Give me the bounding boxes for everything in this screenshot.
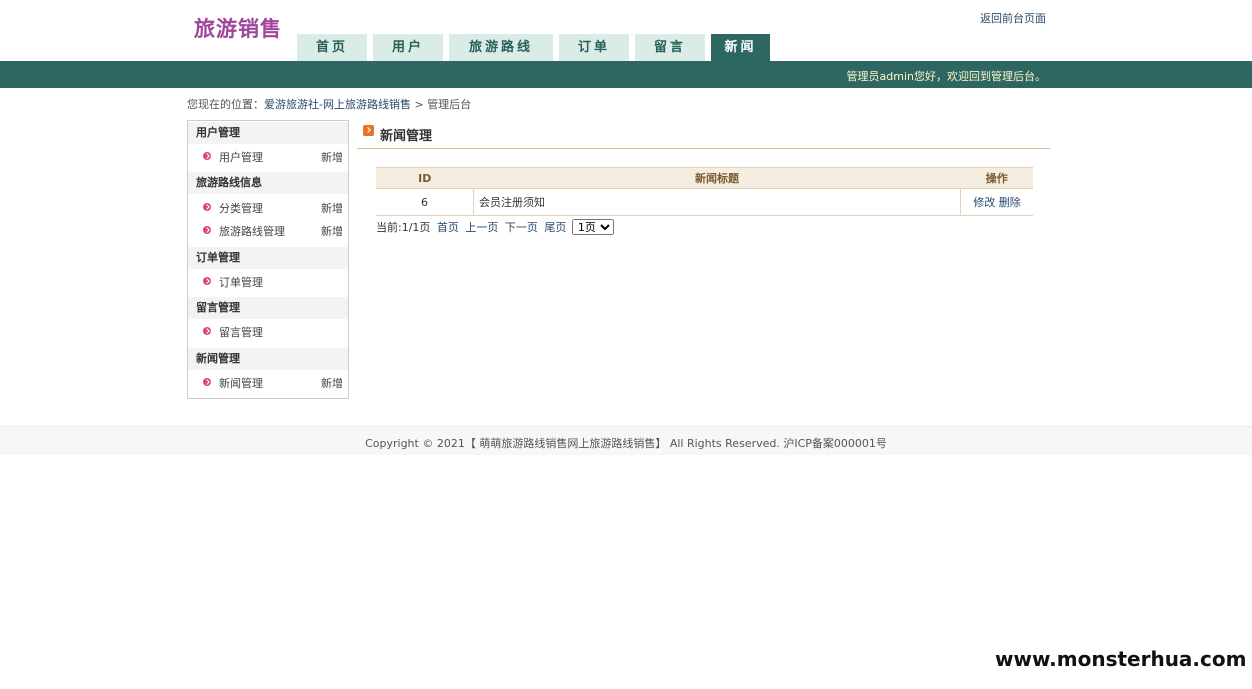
sidebar-item-label[interactable]: 新闻管理 [219,374,263,394]
news-table: ID 新闻标题 操作 6 会员注册须知 修改 删除 [376,167,1033,216]
first-page-link[interactable]: 首页 [437,221,459,234]
sidebar-item-label[interactable]: 留言管理 [219,323,263,343]
sidebar-item-label[interactable]: 订单管理 [219,273,263,293]
watermark: www.monsterhua.com [990,644,1252,680]
sidebar-section-users: 用户管理 [188,122,348,144]
sidebar-item-order-management[interactable]: 订单管理 [188,272,348,292]
nav-tab-home[interactable]: 首页 [297,34,367,61]
bullet-icon [203,226,211,234]
sidebar-section-messages: 留言管理 [188,297,348,319]
sidebar-item-news-management[interactable]: 新闻管理 新增 [188,373,348,393]
table-header-row: ID 新闻标题 操作 [376,167,1033,189]
sidebar-add-route-link[interactable]: 新增 [321,222,343,242]
nav-tab-orders[interactable]: 订单 [559,34,629,61]
site-logo[interactable]: 旅游销售 [194,13,282,43]
sidebar-item-user-management[interactable]: 用户管理 新增 [188,147,348,167]
column-header-title: 新闻标题 [473,167,961,189]
delete-link[interactable]: 删除 [999,196,1021,209]
back-to-frontend-link[interactable]: 返回前台页面 [980,10,1046,26]
pagination: 当前:1/1页 首页 上一页 下一页 尾页 1页 [376,219,614,235]
nav-tab-users[interactable]: 用户 [373,34,443,61]
header-bar: 管理员admin您好，欢迎回到管理后台。 [0,61,1252,88]
cell-title: 会员注册须知 [473,188,961,216]
sidebar-item-label[interactable]: 分类管理 [219,199,263,219]
copyright-text: Copyright © 2021【 萌萌旅游路线销售网上旅游路线销售】 All … [365,437,887,450]
sidebar-add-user-link[interactable]: 新增 [321,148,343,168]
edit-link[interactable]: 修改 [973,196,995,209]
page-select[interactable]: 1页 [571,219,614,235]
bullet-icon [203,378,211,386]
sidebar-section-routes: 旅游路线信息 [188,172,348,194]
sidebar-add-news-link[interactable]: 新增 [321,374,343,394]
bullet-icon [203,152,211,160]
nav-tab-messages[interactable]: 留言 [635,34,705,61]
title-divider [357,148,1050,149]
breadcrumb-current: 管理后台 [427,98,472,111]
page-title: 新闻管理 [380,129,433,144]
breadcrumb-separator: > [410,98,428,111]
welcome-message: 管理员admin您好，欢迎回到管理后台。 [846,70,1046,83]
sidebar-item-route-management[interactable]: 旅游路线管理 新增 [188,221,348,241]
last-page-link[interactable]: 尾页 [544,221,566,234]
sidebar-item-label[interactable]: 旅游路线管理 [219,222,285,242]
bullet-icon [203,203,211,211]
breadcrumb: 您现在的位置：爱游旅游社-网上旅游路线销售 > 管理后台 [187,96,471,112]
sidebar-item-label[interactable]: 用户管理 [219,148,263,168]
sidebar-item-category-management[interactable]: 分类管理 新增 [188,198,348,218]
next-page-link[interactable]: 下一页 [505,221,538,234]
breadcrumb-site-link[interactable]: 爱游旅游社-网上旅游路线销售 [264,98,411,111]
cell-actions: 修改 删除 [960,188,1033,216]
footer: Copyright © 2021【 萌萌旅游路线销售网上旅游路线销售】 All … [0,426,1252,455]
header: 旅游销售 返回前台页面 首页 用户 旅游路线 订单 留言 新闻 [0,0,1252,61]
nav-tab-routes[interactable]: 旅游路线 [449,34,553,61]
arrow-right-icon [363,125,374,136]
watermark-text: www.monsterhua.com [995,647,1247,671]
bullet-icon [203,327,211,335]
nav-tab-news[interactable]: 新闻 [711,34,770,61]
cell-id: 6 [376,188,474,216]
column-header-actions: 操作 [960,167,1033,189]
column-header-id: ID [376,167,474,189]
page-info: 当前:1/1页 [376,221,431,234]
sidebar-section-news: 新闻管理 [188,348,348,370]
table-row: 6 会员注册须知 修改 删除 [376,188,1033,216]
sidebar-add-category-link[interactable]: 新增 [321,199,343,219]
bullet-icon [203,277,211,285]
sidebar-section-orders: 订单管理 [188,247,348,269]
prev-page-link[interactable]: 上一页 [465,221,498,234]
breadcrumb-prefix: 您现在的位置： [187,98,264,111]
sidebar-item-message-management[interactable]: 留言管理 [188,322,348,342]
sidebar: 用户管理 用户管理 新增 旅游路线信息 分类管理 新增 旅游路线管理 新增 订单… [187,120,349,399]
